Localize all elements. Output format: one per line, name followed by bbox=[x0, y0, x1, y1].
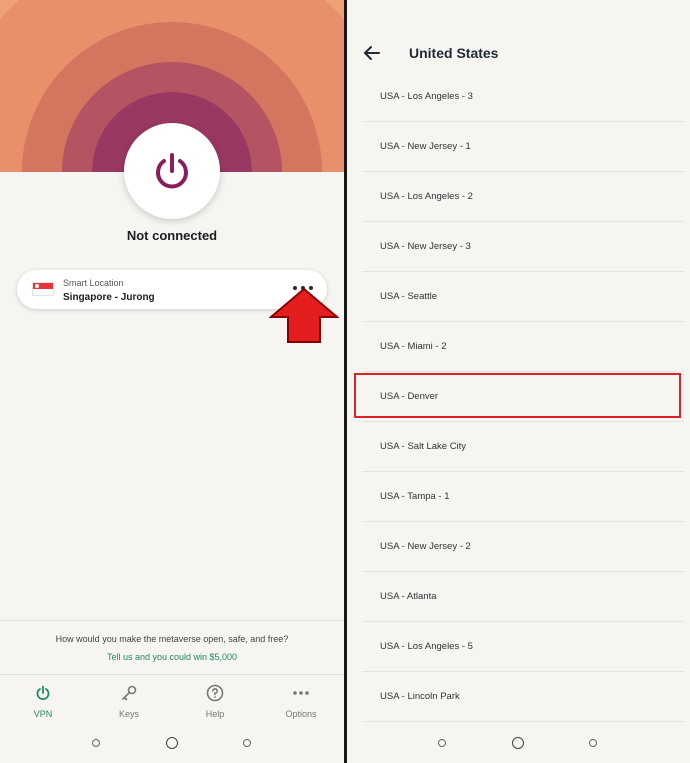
list-item[interactable]: USA - Los Angeles - 5 bbox=[347, 622, 690, 672]
home-screen: Not connected Smart Location Singapore -… bbox=[0, 0, 344, 763]
system-back-button[interactable] bbox=[438, 739, 446, 747]
list-item-label: USA - Miami - 2 bbox=[380, 341, 447, 352]
location-label: Smart Location bbox=[63, 278, 124, 288]
list-item[interactable]: USA - Los Angeles - 2 bbox=[347, 172, 690, 222]
nav-help-label: Help bbox=[205, 709, 225, 719]
system-home-button[interactable] bbox=[166, 737, 178, 749]
nav-help[interactable]: Help bbox=[185, 683, 245, 719]
list-item[interactable]: USA - Atlanta bbox=[347, 572, 690, 622]
list-item[interactable]: USA - Seattle bbox=[347, 272, 690, 322]
list-item[interactable]: USA - Los Angeles - 3 bbox=[347, 72, 690, 122]
system-recents-button[interactable] bbox=[243, 739, 251, 747]
system-home-button[interactable] bbox=[512, 737, 524, 749]
key-icon bbox=[122, 685, 137, 701]
nav-vpn-label: VPN bbox=[33, 709, 53, 719]
location-list-screen: United States USA - Los Angeles - 3 USA … bbox=[347, 0, 690, 763]
highlight-box-annotation bbox=[354, 373, 681, 418]
singapore-flag-icon bbox=[32, 282, 54, 296]
list-item-label: USA - Atlanta bbox=[380, 591, 437, 602]
nav-options[interactable]: Options bbox=[271, 683, 331, 719]
list-item-label: USA - Los Angeles - 3 bbox=[380, 91, 473, 102]
list-item-label: USA - Tampa - 1 bbox=[380, 491, 450, 502]
more-icon bbox=[293, 691, 309, 695]
nav-keys-label: Keys bbox=[118, 709, 139, 719]
page-title: United States bbox=[409, 45, 499, 61]
list-item[interactable]: USA - Salt Lake City bbox=[347, 422, 690, 472]
connect-power-button[interactable] bbox=[124, 123, 220, 219]
system-recents-button[interactable] bbox=[589, 739, 597, 747]
list-item[interactable]: USA - New Jersey - 3 bbox=[347, 222, 690, 272]
list-item-label: USA - New Jersey - 3 bbox=[380, 241, 471, 252]
back-arrow-icon[interactable] bbox=[363, 44, 381, 62]
system-back-button[interactable] bbox=[92, 739, 100, 747]
nav-keys[interactable]: Keys bbox=[99, 683, 159, 719]
power-icon bbox=[36, 685, 50, 700]
list-item-label: USA - Los Angeles - 2 bbox=[380, 191, 473, 202]
list-item[interactable]: USA - Tampa - 1 bbox=[347, 472, 690, 522]
promo-question: How would you make the metaverse open, s… bbox=[55, 634, 289, 644]
nav-options-label: Options bbox=[285, 709, 317, 719]
power-icon bbox=[156, 153, 188, 189]
connection-status: Not connected bbox=[126, 228, 218, 243]
list-item-label: USA - Los Angeles - 5 bbox=[380, 641, 473, 652]
list-item[interactable]: USA - New Jersey - 1 bbox=[347, 122, 690, 172]
bottom-navigation: VPN Keys Help Options bbox=[0, 674, 344, 723]
list-item[interactable]: USA - Miami - 2 bbox=[347, 322, 690, 372]
promo-divider bbox=[0, 620, 344, 621]
list-item[interactable]: USA - New Jersey - 2 bbox=[347, 522, 690, 572]
list-item-label: USA - Lincoln Park bbox=[380, 691, 460, 702]
nav-vpn[interactable]: VPN bbox=[13, 683, 73, 719]
help-icon bbox=[206, 684, 224, 702]
list-item[interactable]: USA - Lincoln Park bbox=[347, 672, 690, 722]
list-item-label: USA - Seattle bbox=[380, 291, 438, 302]
system-nav-bar bbox=[0, 727, 344, 763]
list-item-label: USA - New Jersey - 2 bbox=[380, 541, 471, 552]
red-arrow-annotation bbox=[269, 287, 339, 343]
list-item-label: USA - Salt Lake City bbox=[380, 441, 467, 452]
location-name: Singapore - Jurong bbox=[63, 292, 155, 303]
system-nav-bar bbox=[347, 727, 690, 763]
list-item-label: USA - New Jersey - 1 bbox=[380, 141, 471, 152]
promo-link[interactable]: Tell us and you could win $5,000 bbox=[0, 652, 344, 662]
